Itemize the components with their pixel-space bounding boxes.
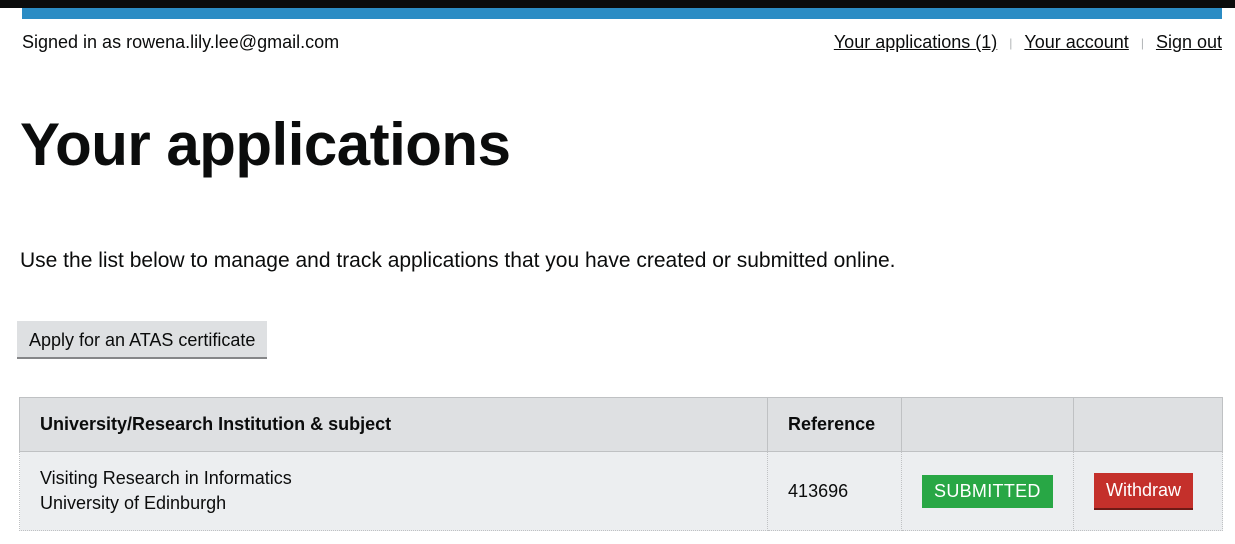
sign-out-link[interactable]: Sign out: [1156, 32, 1222, 53]
status-cell: SUBMITTED: [901, 451, 1074, 531]
nav-separator: |: [1009, 35, 1013, 50]
institution-cell: Visiting Research in Informatics Univers…: [18, 451, 769, 531]
action-cell: Withdraw: [1073, 451, 1223, 531]
applications-table: University/Research Institution & subjec…: [18, 397, 1223, 531]
reference-cell: 413696: [767, 451, 903, 531]
column-header-status: [901, 397, 1074, 452]
nav-separator: |: [1140, 35, 1144, 50]
user-bar: Signed in as rowena.lily.lee@gmail.com Y…: [22, 30, 1222, 56]
intro-text: Use the list below to manage and track a…: [20, 249, 896, 272]
header-blue-stripe: [22, 8, 1222, 19]
apply-atas-button[interactable]: Apply for an ATAS certificate: [17, 321, 268, 359]
page-title: Your applications: [20, 111, 511, 178]
your-account-link[interactable]: Your account: [1024, 32, 1128, 53]
account-nav: Your applications (1) | Your account | S…: [834, 32, 1222, 53]
column-header-action: [1073, 397, 1223, 452]
table-row: Visiting Research in Informatics Univers…: [18, 451, 1223, 531]
withdraw-button[interactable]: Withdraw: [1094, 472, 1194, 510]
status-badge: SUBMITTED: [922, 474, 1053, 508]
table-header-row: University/Research Institution & subjec…: [18, 397, 1223, 452]
header-black-bar: [0, 0, 1235, 8]
your-applications-link[interactable]: Your applications (1): [834, 32, 997, 53]
column-header-reference: Reference: [767, 397, 903, 452]
subject-text: Visiting Research in Informatics: [40, 468, 292, 488]
column-header-institution: University/Research Institution & subjec…: [18, 397, 769, 452]
signed-in-text: Signed in as rowena.lily.lee@gmail.com: [22, 32, 340, 52]
institution-text: University of Edinburgh: [40, 493, 227, 513]
